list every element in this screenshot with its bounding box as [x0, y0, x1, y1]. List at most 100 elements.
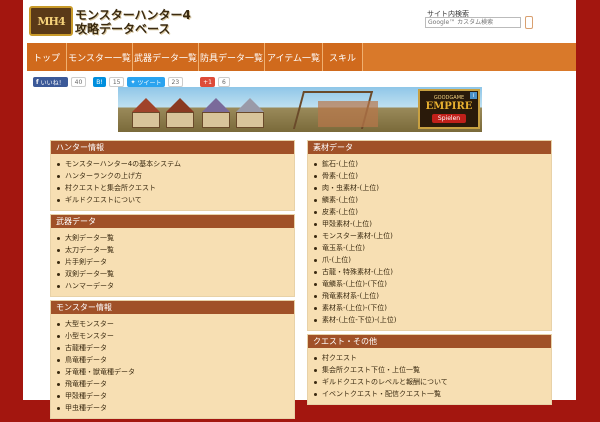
bullet-icon [57, 334, 60, 338]
bullet-icon [57, 382, 60, 386]
menu-link[interactable]: モンスター素材-(上位) [314, 230, 551, 242]
menu-link-label: 竜玉系-(上位) [322, 244, 365, 252]
nav-item[interactable]: 防具データ一覧 [199, 43, 265, 71]
menu-box-title: 素材データ [308, 141, 551, 154]
menu-link[interactable]: 骨素-(上位) [314, 170, 551, 182]
menu-link[interactable]: 肉・虫素材-(上位) [314, 182, 551, 194]
menu-box-title: 武器データ [51, 215, 294, 228]
left-column: ハンター情報 モンスターハンター4の基本システム ハンターランクの上げ方 村クエストと… [50, 140, 295, 422]
menu-link-label: 鳥竜種データ [65, 356, 107, 364]
menu-link[interactable]: モンスターハンター4の基本システム [57, 158, 294, 170]
site-title-line1: モンスターハンター4 [75, 8, 191, 22]
menu-link[interactable]: 竜鱗系-(上位)-(下位) [314, 278, 551, 290]
bullet-icon [314, 294, 317, 298]
bullet-icon [57, 236, 60, 240]
menu-link[interactable]: 太刀データ一覧 [57, 244, 294, 256]
menu-list: モンスターハンター4の基本システム ハンターランクの上げ方 村クエストと集会所クエス… [51, 154, 294, 210]
ad-play-button[interactable]: Spielen [431, 114, 467, 123]
bullet-icon [314, 234, 317, 238]
ad-banner[interactable]: i GOODGAME EMPIRE Spielen [118, 87, 482, 132]
menu-link[interactable]: 牙竜種・獣竜種データ [57, 366, 294, 378]
bullet-icon [57, 358, 60, 362]
menu-link[interactable]: 大型モンスター [57, 318, 294, 330]
menu-link-label: 骨素-(上位) [322, 172, 358, 180]
bullet-icon [314, 258, 317, 262]
menu-link[interactable]: 小型モンスター [57, 330, 294, 342]
tweet-button[interactable]: ✦ ツイート [127, 77, 165, 87]
tweet-count: 23 [167, 77, 184, 87]
google-plus-button[interactable]: +1 [200, 77, 215, 87]
menu-link-label: 飛竜種データ [65, 380, 107, 388]
bullet-icon [57, 370, 60, 374]
menu-link-label: ハンマーデータ [65, 282, 114, 290]
bullet-icon [314, 356, 317, 360]
banner-house-illustration [202, 98, 230, 128]
menu-link[interactable]: 皮素-(上位) [314, 206, 551, 218]
menu-link-label: 素材系-(上位)-(下位) [322, 304, 387, 312]
nav-item[interactable]: トップ [27, 43, 67, 71]
menu-link[interactable]: イベントクエスト・配信クエスト一覧 [314, 388, 551, 400]
menu-link-label: 肉・虫素材-(上位) [322, 184, 379, 192]
search-input[interactable] [425, 17, 521, 28]
bullet-icon [314, 270, 317, 274]
menu-box: クエスト・その他 村クエスト 集会所クエスト下位・上位一覧 ギルドクエストのレベルと報… [307, 334, 552, 405]
nav-item[interactable]: モンスター一覧 [67, 43, 133, 71]
menu-link[interactable]: ギルドクエストについて [57, 194, 294, 206]
menu-link[interactable]: 甲殻種データ [57, 390, 294, 402]
ad-title: EMPIRE [425, 101, 473, 112]
nav-item[interactable]: スキル [323, 43, 363, 71]
menu-link[interactable]: 鉱石-(上位) [314, 158, 551, 170]
menu-box: ハンター情報 モンスターハンター4の基本システム ハンターランクの上げ方 村クエストと… [50, 140, 295, 211]
menu-link[interactable]: ハンマーデータ [57, 280, 294, 292]
menu-link-label: 古龍種データ [65, 344, 107, 352]
menu-link[interactable]: 爪-(上位) [314, 254, 551, 266]
banner-house-illustration [132, 98, 160, 128]
menu-link[interactable]: 古龍・特殊素材-(上位) [314, 266, 551, 278]
facebook-like-label: いいね！ [40, 79, 65, 87]
facebook-like-button[interactable]: f いいね！ [33, 77, 68, 87]
menu-link[interactable]: 飛竜素材系-(上位) [314, 290, 551, 302]
ad-logo[interactable]: i GOODGAME EMPIRE Spielen [418, 89, 480, 129]
menu-link[interactable]: 大剣データ一覧 [57, 232, 294, 244]
nav-item[interactable]: アイテム一覧 [265, 43, 323, 71]
bullet-icon [314, 318, 317, 322]
nav-item[interactable]: 武器データ一覧 [133, 43, 199, 71]
site-title[interactable]: モンスターハンター4 攻略データベース [75, 8, 191, 36]
menu-list: 鉱石-(上位) 骨素-(上位) 肉・虫素材-(上位) 鱗素-(上位) 皮素-(上位) 甲殻… [308, 154, 551, 330]
bullet-icon [57, 162, 60, 166]
menu-link[interactable]: 村クエストと集会所クエスト [57, 182, 294, 194]
menu-list: 大型モンスター小型モンスター古龍種データ 鳥竜種データ牙竜種・獣竜種データ飛竜種デ… [51, 314, 294, 418]
menu-link[interactable]: 竜玉系-(上位) [314, 242, 551, 254]
menu-link[interactable]: 片手剣データ [57, 256, 294, 268]
menu-link-label: 爪-(上位) [322, 256, 351, 264]
menu-link[interactable]: 素材-(上位-下位)-(上位) [314, 314, 551, 326]
bullet-icon [57, 406, 60, 410]
menu-link[interactable]: 双剣データ一覧 [57, 268, 294, 280]
hatena-bookmark-button[interactable]: B! [93, 77, 106, 87]
twitter-icon: ✦ [130, 78, 136, 86]
search-button[interactable] [525, 16, 533, 29]
menu-link[interactable]: ハンターランクの上げ方 [57, 170, 294, 182]
bullet-icon [314, 198, 317, 202]
site-header: MH4 モンスターハンター4 攻略データベース サイト内検索 [23, 0, 576, 43]
menu-link-label: 甲虫種データ [65, 404, 107, 412]
menu-link[interactable]: 鱗素-(上位) [314, 194, 551, 206]
menu-link[interactable]: ギルドクエストのレベルと報酬について [314, 376, 551, 388]
menu-link[interactable]: 甲殻素材-(上位) [314, 218, 551, 230]
bullet-icon [57, 322, 60, 326]
bullet-icon [57, 346, 60, 350]
menu-link-label: 村クエスト [322, 354, 357, 362]
bullet-icon [57, 284, 60, 288]
menu-link[interactable]: 鳥竜種データ [57, 354, 294, 366]
menu-link[interactable]: 古龍種データ [57, 342, 294, 354]
site-logo[interactable]: MH4 [29, 6, 73, 36]
menu-link[interactable]: 飛竜種データ [57, 378, 294, 390]
ad-info-icon[interactable]: i [470, 92, 477, 99]
menu-link-label: 大型モンスター [65, 320, 114, 328]
bullet-icon [57, 186, 60, 190]
menu-link[interactable]: 素材系-(上位)-(下位) [314, 302, 551, 314]
menu-link[interactable]: 村クエスト [314, 352, 551, 364]
menu-link[interactable]: 集会所クエスト下位・上位一覧 [314, 364, 551, 376]
bullet-icon [57, 248, 60, 252]
menu-link[interactable]: 甲虫種データ [57, 402, 294, 414]
